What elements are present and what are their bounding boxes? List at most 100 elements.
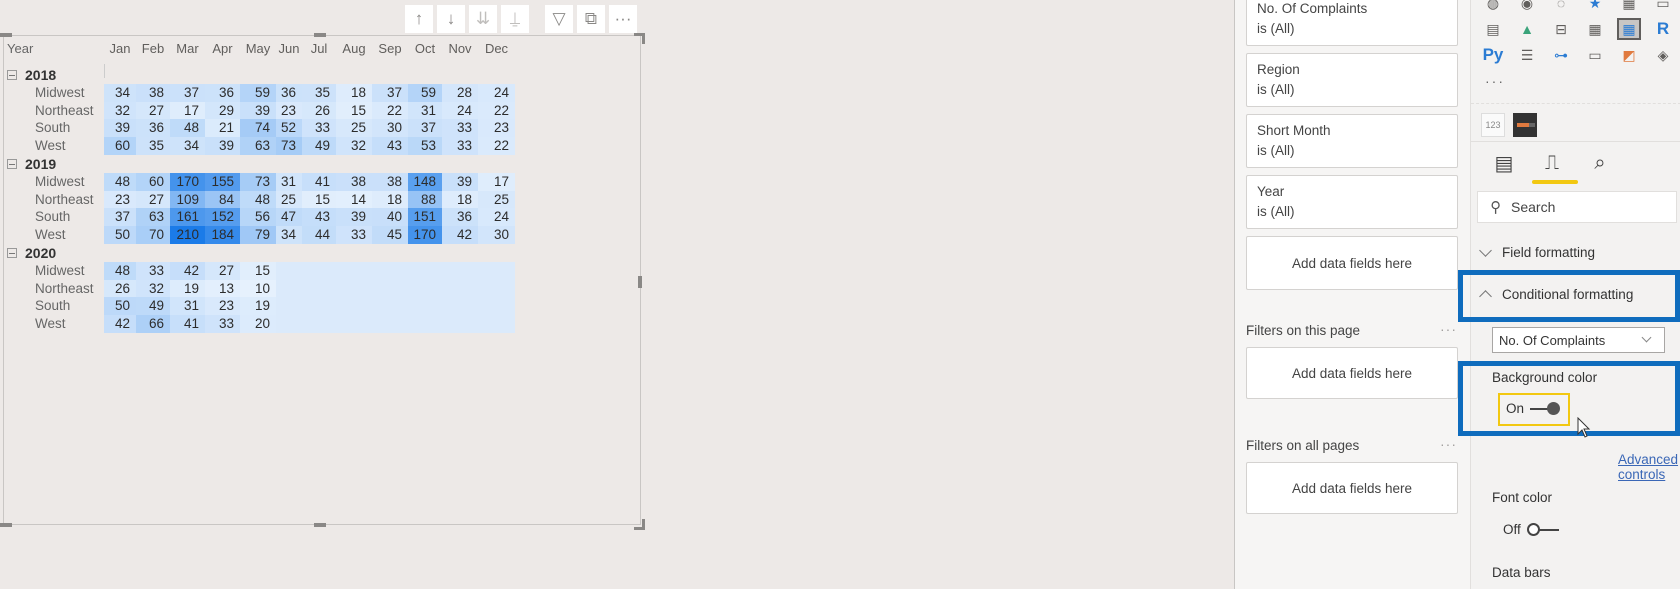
matrix-cell[interactable]: 155: [205, 172, 240, 191]
matrix-cell[interactable]: 59: [240, 83, 276, 102]
matrix-cell[interactable]: 29: [205, 101, 240, 120]
matrix-cell[interactable]: 22: [478, 101, 515, 120]
matrix-icon[interactable]: ▦: [1617, 18, 1641, 40]
column-header-sep[interactable]: Sep: [373, 41, 407, 56]
matrix-cell[interactable]: 15: [302, 190, 336, 209]
card-icon[interactable]: ▭: [1651, 0, 1675, 14]
report-filter-drop-zone[interactable]: Add data fields here: [1246, 462, 1458, 514]
matrix-cell[interactable]: 42: [442, 226, 478, 245]
matrix-cell[interactable]: 31: [170, 297, 205, 316]
row-header-year[interactable]: Year: [7, 41, 33, 56]
matrix-cell[interactable]: 37: [408, 119, 442, 138]
matrix-cell[interactable]: 63: [240, 137, 276, 156]
matrix-cell[interactable]: 33: [136, 261, 170, 280]
matrix-cell[interactable]: 19: [240, 297, 276, 316]
matrix-cell[interactable]: 33: [302, 119, 336, 138]
map-icon[interactable]: ◍: [1481, 0, 1505, 14]
resize-handle[interactable]: [0, 523, 12, 527]
matrix-cell[interactable]: 39: [336, 208, 372, 227]
matrix-cell[interactable]: 38: [372, 172, 408, 191]
page-filter-drop-zone[interactable]: Add data fields here: [1246, 347, 1458, 399]
column-header-jun[interactable]: Jun: [272, 41, 306, 56]
matrix-cell[interactable]: 60: [104, 137, 136, 156]
matrix-cell[interactable]: 32: [336, 137, 372, 156]
kpi-icon[interactable]: ▦: [1617, 0, 1641, 14]
filters-all-more-icon[interactable]: ···: [1440, 436, 1457, 452]
matrix-cell[interactable]: 24: [478, 83, 515, 102]
matrix-cell[interactable]: 36: [136, 119, 170, 138]
matrix-cell[interactable]: 48: [104, 172, 136, 191]
matrix-cell[interactable]: 73: [240, 172, 276, 191]
matrix-cell[interactable]: 148: [408, 172, 442, 191]
analytics-tab[interactable]: ⌕: [1587, 150, 1613, 176]
matrix-cell[interactable]: 33: [442, 137, 478, 156]
column-header-jan[interactable]: Jan: [103, 41, 137, 56]
filter-card-year[interactable]: Year is (All): [1246, 175, 1458, 229]
filter-button[interactable]: ▽: [545, 5, 573, 33]
format-search-input[interactable]: ⚲ Search: [1477, 191, 1677, 223]
matrix-cell[interactable]: 21: [205, 119, 240, 138]
matrix-cell[interactable]: 63: [136, 208, 170, 227]
matrix-cell[interactable]: 27: [136, 101, 170, 120]
matrix-cell[interactable]: 84: [205, 190, 240, 209]
shape-map-icon[interactable]: ◌: [1549, 0, 1573, 14]
matrix-cell[interactable]: 28: [442, 83, 478, 102]
matrix-cell[interactable]: 48: [104, 261, 136, 280]
collapse-icon[interactable]: [7, 248, 17, 258]
matrix-cell[interactable]: 43: [372, 137, 408, 156]
matrix-cell[interactable]: 37: [372, 83, 408, 102]
matrix-cell[interactable]: 60: [136, 172, 170, 191]
matrix-cell[interactable]: 26: [302, 101, 336, 120]
matrix-cell[interactable]: 19: [170, 279, 205, 298]
custom-visual-bullet-icon[interactable]: [1513, 113, 1537, 137]
matrix-cell[interactable]: 39: [240, 101, 276, 120]
azure-map-icon[interactable]: ★: [1583, 0, 1607, 14]
matrix-cell[interactable]: 48: [240, 190, 276, 209]
resize-handle[interactable]: [0, 33, 12, 37]
matrix-cell[interactable]: 18: [336, 83, 372, 102]
matrix-cell[interactable]: 50: [104, 297, 136, 316]
matrix-cell[interactable]: 15: [240, 261, 276, 280]
expand-hierarchy-button[interactable]: ⍊: [501, 5, 529, 33]
matrix-cell[interactable]: 43: [302, 208, 336, 227]
column-header-mar[interactable]: Mar: [171, 41, 205, 56]
matrix-cell[interactable]: 25: [336, 119, 372, 138]
column-header-jul[interactable]: Jul: [302, 41, 336, 56]
decomposition-tree-icon[interactable]: ⊶: [1549, 44, 1573, 66]
matrix-cell[interactable]: 22: [478, 137, 515, 156]
matrix-cell[interactable]: 13: [205, 279, 240, 298]
resize-corner[interactable]: [634, 519, 645, 530]
matrix-cell[interactable]: 45: [372, 226, 408, 245]
resize-corner[interactable]: [634, 33, 645, 44]
matrix-cell[interactable]: 52: [276, 119, 302, 138]
matrix-cell[interactable]: 25: [276, 190, 302, 209]
matrix-cell[interactable]: 18: [442, 190, 478, 209]
matrix-cell[interactable]: 10: [240, 279, 276, 298]
matrix-cell[interactable]: 41: [302, 172, 336, 191]
matrix-cell[interactable]: 56: [240, 208, 276, 227]
focus-mode-button[interactable]: ⧉: [577, 5, 605, 33]
column-header-dec[interactable]: Dec: [480, 41, 514, 56]
format-tab[interactable]: ⎍: [1539, 150, 1565, 176]
matrix-cell[interactable]: 170: [170, 172, 205, 191]
matrix-cell[interactable]: 35: [302, 83, 336, 102]
matrix-cell[interactable]: 41: [170, 315, 205, 334]
matrix-cell[interactable]: 30: [372, 119, 408, 138]
matrix-cell[interactable]: 152: [205, 208, 240, 227]
key-influencers-icon[interactable]: ☰: [1515, 44, 1539, 66]
resize-handle[interactable]: [314, 33, 326, 37]
matrix-cell[interactable]: 38: [336, 172, 372, 191]
matrix-cell[interactable]: 20: [240, 315, 276, 334]
matrix-cell[interactable]: 59: [408, 83, 442, 102]
matrix-cell[interactable]: 17: [478, 172, 515, 191]
column-header-apr[interactable]: Apr: [206, 41, 240, 56]
matrix-cell[interactable]: 210: [170, 226, 205, 245]
field-select-dropdown[interactable]: No. Of Complaints: [1492, 327, 1665, 353]
smart-narrative-icon[interactable]: ◩: [1617, 44, 1641, 66]
power-apps-icon[interactable]: ◈: [1651, 44, 1675, 66]
matrix-cell[interactable]: 161: [170, 208, 205, 227]
matrix-cell[interactable]: 170: [408, 226, 442, 245]
matrix-cell[interactable]: 109: [170, 190, 205, 209]
matrix-cell[interactable]: 33: [205, 315, 240, 334]
matrix-cell[interactable]: 79: [240, 226, 276, 245]
